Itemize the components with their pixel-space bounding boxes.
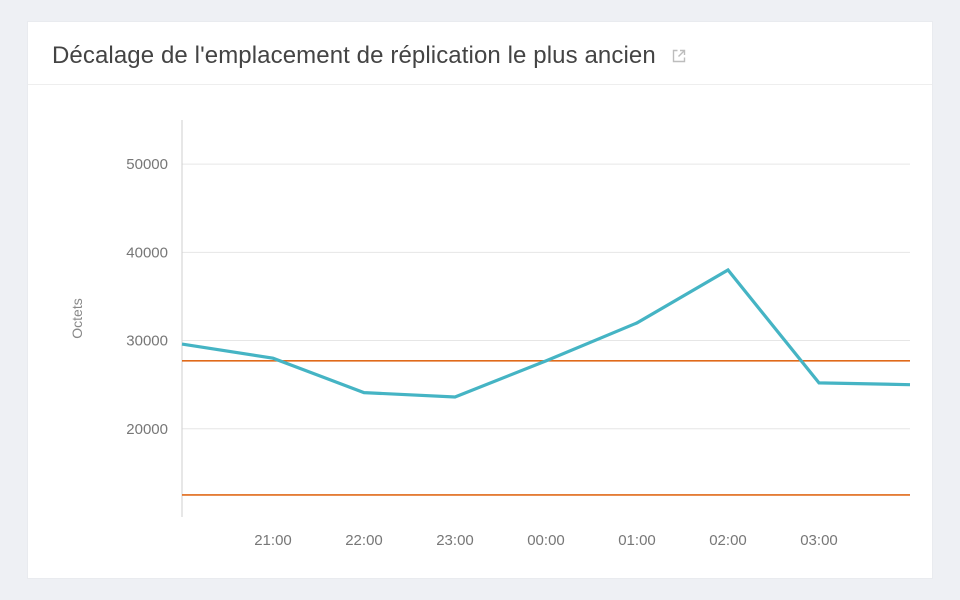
x-tick-label: 00:00 <box>527 532 565 549</box>
y-tick-label: 20000 <box>126 421 168 438</box>
x-tick-label: 21:00 <box>254 532 292 549</box>
x-tick-label: 22:00 <box>345 532 383 549</box>
series-line-oldest-replication-slot-lag <box>182 270 910 397</box>
x-tick-label: 02:00 <box>709 532 747 549</box>
popout-icon[interactable] <box>670 47 688 65</box>
y-tick-label: 50000 <box>126 156 168 173</box>
y-tick-label: 40000 <box>126 244 168 261</box>
line-chart: 20000 30000 40000 50000 Octets 21:00 22:00 23:0… <box>52 102 920 562</box>
chart-card: Décalage de l'emplacement de réplication… <box>28 22 932 578</box>
y-axis-title: Octets <box>69 298 85 338</box>
chart-area: 20000 30000 40000 50000 Octets 21:00 22:00 23:0… <box>52 102 920 562</box>
x-tick-label: 03:00 <box>800 532 838 549</box>
x-tick-label: 01:00 <box>618 532 656 549</box>
card-header: Décalage de l'emplacement de réplication… <box>28 22 932 85</box>
y-tick-label: 30000 <box>126 333 168 350</box>
x-tick-label: 23:00 <box>436 532 474 549</box>
card-title: Décalage de l'emplacement de réplication… <box>52 42 656 70</box>
